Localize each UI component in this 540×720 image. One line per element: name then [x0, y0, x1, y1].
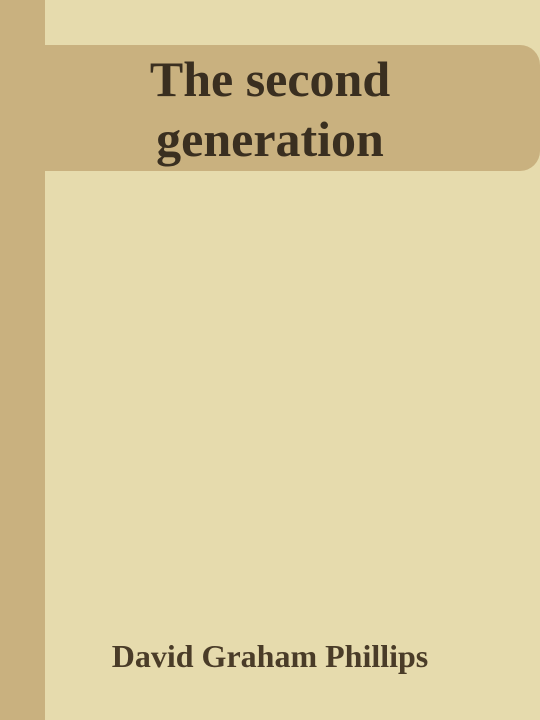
book-title: The second generation — [149, 51, 391, 167]
book-author: David Graham Phillips — [111, 638, 429, 674]
book-cover: The second generation David Graham Phill… — [0, 0, 540, 720]
cover-spine — [0, 0, 45, 720]
